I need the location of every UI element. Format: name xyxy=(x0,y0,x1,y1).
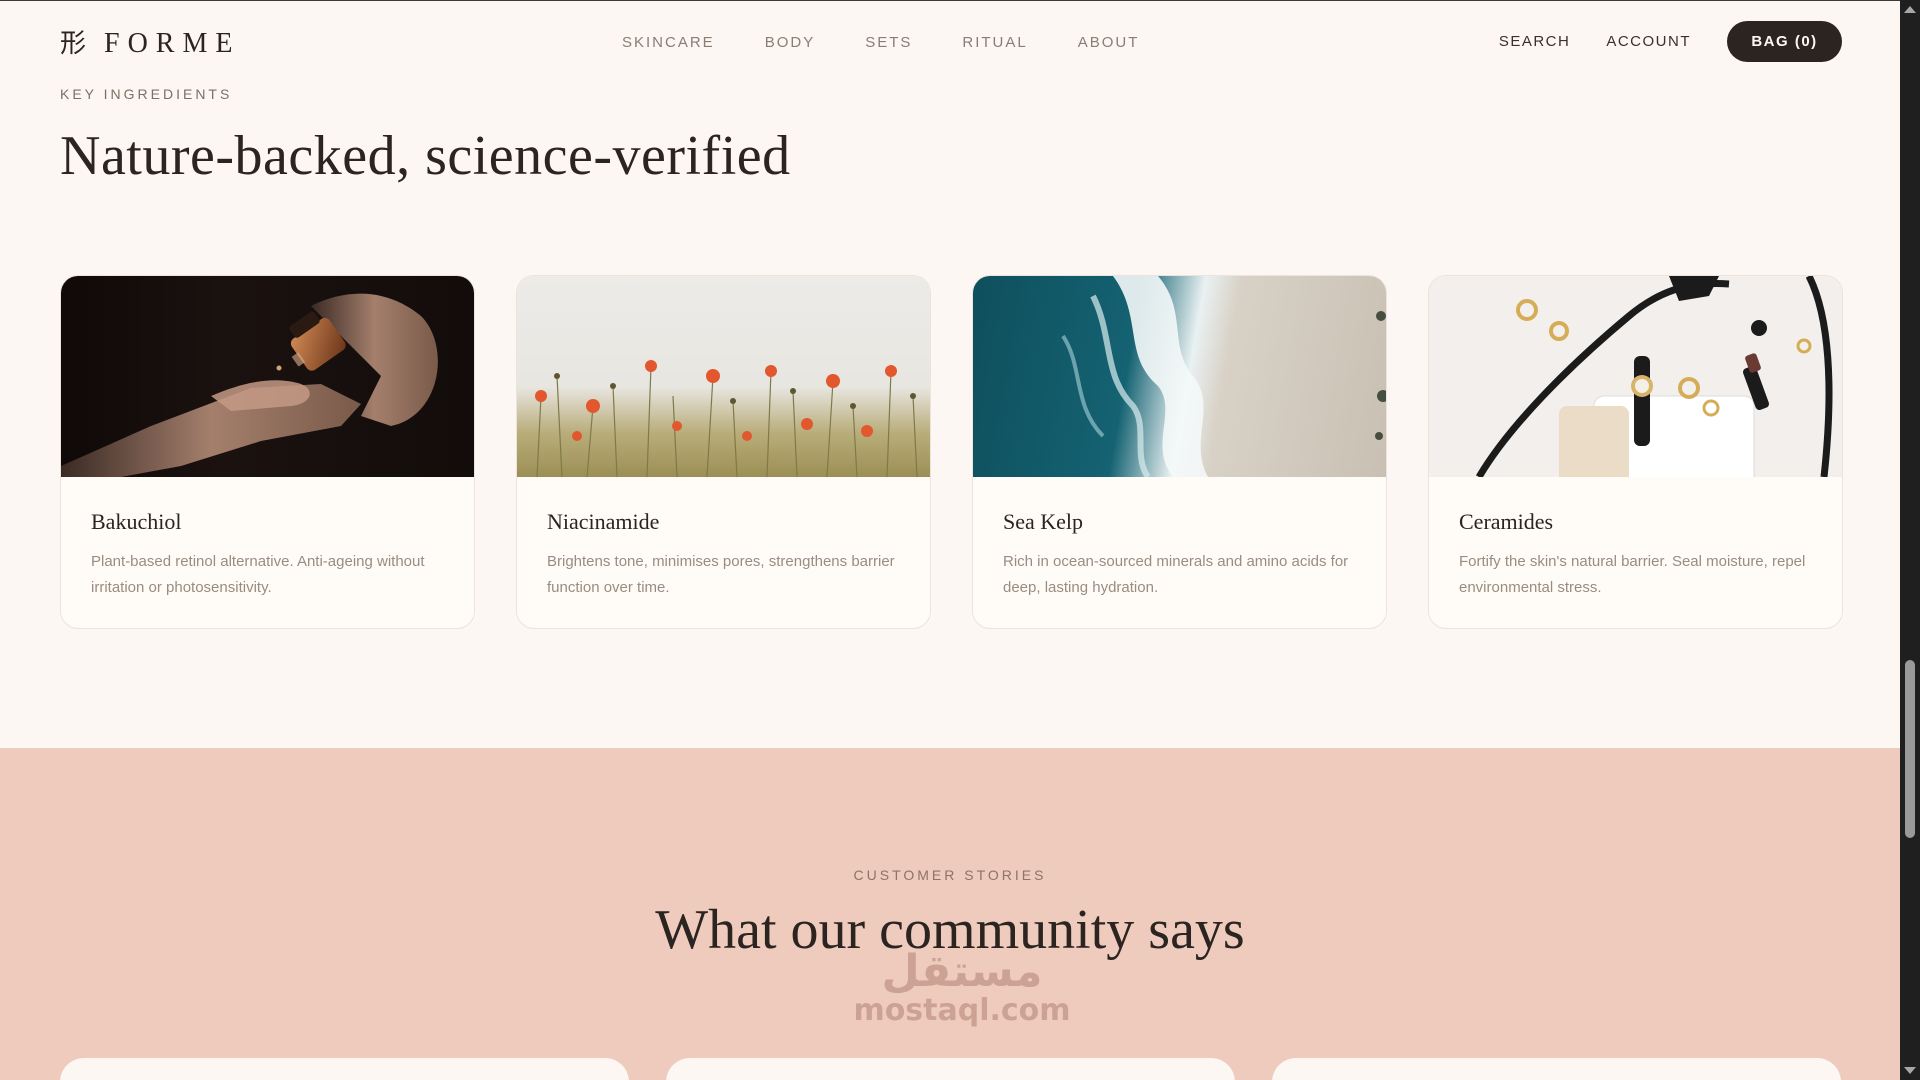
brand-logo[interactable]: 形 FORME xyxy=(60,28,240,60)
main-nav: SKINCARE BODY SETS RITUAL ABOUT xyxy=(622,34,1189,51)
ingredient-description: Rich in ocean-sourced minerals and amino… xyxy=(1003,553,1349,596)
watermark-arabic: مستقل xyxy=(881,946,1043,997)
ingredient-description: Plant-based retinol alternative. Anti-ag… xyxy=(91,553,425,596)
ingredient-title: Ceramides xyxy=(1459,509,1554,534)
accessories-flatlay-photo xyxy=(1429,276,1842,477)
nav-link-about[interactable]: ABOUT xyxy=(1078,34,1140,51)
community-eyebrow: CUSTOMER STORIES xyxy=(853,867,1047,883)
card-body: Bakuchiol Plant-based retinol alternativ… xyxy=(61,477,474,601)
ingredients-eyebrow: KEY INGREDIENTS xyxy=(60,86,233,102)
watermark: مستقل mostaql.com xyxy=(842,946,1082,1028)
card-body: Niacinamide Brightens tone, minimises po… xyxy=(517,477,930,601)
nav-link-sets[interactable]: SETS xyxy=(865,34,912,51)
scrollbar-thumb[interactable] xyxy=(1905,660,1915,838)
ingredient-card-sea-kelp[interactable]: Sea Kelp Rich in ocean-sourced minerals … xyxy=(972,275,1387,629)
dropper-bottle-hand-illustration xyxy=(61,293,438,477)
ingredient-description: Brightens tone, minimises pores, strengt… xyxy=(547,553,895,596)
ingredient-card-bakuchiol[interactable]: Bakuchiol Plant-based retinol alternativ… xyxy=(60,275,475,629)
ingredients-title: Nature-backed, science-verified xyxy=(60,125,791,187)
poppy-field-illustration xyxy=(535,360,918,477)
card-body: Sea Kelp Rich in ocean-sourced minerals … xyxy=(973,477,1386,601)
scroll-down-arrow-icon[interactable] xyxy=(1904,1067,1916,1074)
vertical-scrollbar[interactable] xyxy=(1900,0,1920,1080)
dropper-bottle-hand-photo xyxy=(61,276,474,477)
story-card xyxy=(60,1058,629,1080)
community-section: CUSTOMER STORIES What our community says xyxy=(0,748,1900,1080)
nav-link-body[interactable]: BODY xyxy=(765,34,816,51)
ingredient-title: Sea Kelp xyxy=(1003,509,1084,534)
story-card xyxy=(666,1058,1235,1080)
ocean-shore-aerial-photo xyxy=(973,276,1386,477)
ingredient-card-niacinamide[interactable]: Niacinamide Brightens tone, minimises po… xyxy=(516,275,931,629)
logo-text: FORME xyxy=(104,28,241,59)
search-link[interactable]: SEARCH xyxy=(1499,33,1571,50)
ingredient-description: Fortify the skin's natural barrier. Seal… xyxy=(1459,553,1806,596)
poppy-field-photo xyxy=(517,276,930,477)
header-actions: SEARCH ACCOUNT BAG (0) xyxy=(1499,21,1842,62)
page: 形 FORME SKINCARE BODY SETS RITUAL ABOUT … xyxy=(0,0,1920,1080)
account-link[interactable]: ACCOUNT xyxy=(1606,33,1691,50)
card-body: Ceramides Fortify the skin's natural bar… xyxy=(1429,477,1842,601)
nav-link-ritual[interactable]: RITUAL xyxy=(962,34,1027,51)
ocean-shore-illustration xyxy=(1061,276,1386,477)
ingredient-cards: Bakuchiol Plant-based retinol alternativ… xyxy=(60,275,1843,629)
watermark-latin: mostaql.com xyxy=(853,993,1071,1028)
scroll-up-arrow-icon[interactable] xyxy=(1904,6,1916,13)
ingredient-card-ceramides[interactable]: Ceramides Fortify the skin's natural bar… xyxy=(1428,275,1843,629)
ingredient-title: Niacinamide xyxy=(547,509,660,534)
ingredient-title: Bakuchiol xyxy=(91,509,182,534)
bag-button[interactable]: BAG (0) xyxy=(1727,21,1842,62)
nav-link-skincare[interactable]: SKINCARE xyxy=(622,34,715,51)
story-card xyxy=(1272,1058,1841,1080)
logo-mark: 形 xyxy=(60,29,87,59)
accessories-flatlay-illustration xyxy=(1475,276,1833,477)
site-header: 形 FORME SKINCARE BODY SETS RITUAL ABOUT … xyxy=(0,1,1900,81)
story-cards xyxy=(60,1058,1841,1080)
